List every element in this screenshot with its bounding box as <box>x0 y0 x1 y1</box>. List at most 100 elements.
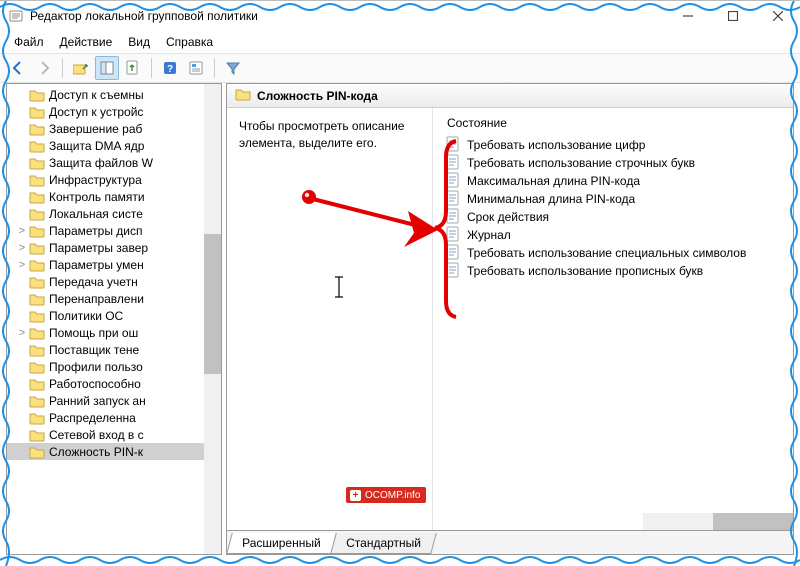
policy-item-label: Максимальная длина PIN-кода <box>467 174 640 188</box>
tree-item-label: Параметры дисп <box>49 224 143 238</box>
tree-item[interactable]: Работоспособно <box>7 375 221 392</box>
policy-item-label: Требовать использование специальных симв… <box>467 246 746 260</box>
policy-list-column: Состояние Требовать использование цифр Тр… <box>433 108 793 530</box>
policy-item[interactable]: Максимальная длина PIN-кода <box>445 172 785 190</box>
tree-item[interactable]: Профили пользо <box>7 358 221 375</box>
details-title: Сложность PIN-кода <box>257 89 378 103</box>
menu-bar: Файл Действие Вид Справка <box>0 31 800 53</box>
tree-item[interactable]: Доступ к съемны <box>7 86 221 103</box>
filter-button[interactable] <box>221 56 245 80</box>
tree-item[interactable]: Перенаправлени <box>7 290 221 307</box>
plus-icon: + <box>350 490 361 501</box>
menu-help[interactable]: Справка <box>158 33 221 51</box>
tree-item[interactable]: >Параметры завер <box>7 239 221 256</box>
expander-icon[interactable]: > <box>15 242 29 254</box>
tree-item[interactable]: >Помощь при ош <box>7 324 221 341</box>
tree-item-label: Распределенна <box>49 411 136 425</box>
folder-icon <box>29 377 45 391</box>
details-header: Сложность PIN-кода <box>227 84 793 108</box>
properties-button[interactable] <box>184 56 208 80</box>
maximize-button[interactable] <box>710 1 755 31</box>
tree-scrollbar[interactable] <box>204 84 221 554</box>
tree-pane[interactable]: Доступ к съемныДоступ к устройсЗавершени… <box>6 83 222 555</box>
tree-item[interactable]: Ранний запуск ан <box>7 392 221 409</box>
policy-item[interactable]: Требовать использование специальных симв… <box>445 244 785 262</box>
policy-item-label: Требовать использование строчных букв <box>467 156 695 170</box>
folder-icon <box>29 292 45 306</box>
tree-item-label: Локальная систе <box>49 207 143 221</box>
scroll-thumb[interactable] <box>713 513 793 530</box>
tab-standard[interactable]: Стандартный <box>330 533 437 554</box>
tree-item[interactable]: Распределенна <box>7 409 221 426</box>
watermark-text: OCOMP.info <box>365 490 420 501</box>
menu-action[interactable]: Действие <box>52 33 121 51</box>
view-tabs: Расширенный Стандартный <box>227 530 793 554</box>
export-button[interactable] <box>121 56 145 80</box>
tree-item[interactable]: Инфраструктура <box>7 171 221 188</box>
tree-item[interactable]: Контроль памяти <box>7 188 221 205</box>
close-button[interactable] <box>755 1 800 31</box>
tree-item-label: Профили пользо <box>49 360 143 374</box>
policy-icon <box>445 244 461 263</box>
policy-item-label: Требовать использование прописных букв <box>467 264 703 278</box>
tree-item-label: Доступ к съемны <box>49 88 144 102</box>
help-button[interactable]: ? <box>158 56 182 80</box>
tree-item-label: Параметры умен <box>49 258 144 272</box>
expander-icon[interactable]: > <box>15 225 29 237</box>
tree-item[interactable]: Локальная систе <box>7 205 221 222</box>
tree-item-label: Инфраструктура <box>49 173 142 187</box>
policy-item[interactable]: Требовать использование прописных букв <box>445 262 785 280</box>
tab-extended[interactable]: Расширенный <box>226 533 336 554</box>
folder-icon <box>29 428 45 442</box>
tree-item[interactable]: Сложность PIN-к <box>7 443 221 460</box>
tree-item-label: Работоспособно <box>49 377 141 391</box>
folder-icon <box>29 309 45 323</box>
forward-button[interactable] <box>32 56 56 80</box>
horizontal-scrollbar[interactable] <box>643 513 793 530</box>
tree-item[interactable]: Поставщик тене <box>7 341 221 358</box>
policy-item[interactable]: Требовать использование цифр <box>445 136 785 154</box>
folder-icon <box>29 394 45 408</box>
column-header-state[interactable]: Состояние <box>445 114 785 136</box>
tree-item[interactable]: Передача учетн <box>7 273 221 290</box>
expander-icon[interactable]: > <box>15 327 29 339</box>
folder-icon <box>29 190 45 204</box>
folder-icon <box>29 275 45 289</box>
tree-item[interactable]: Сетевой вход в с <box>7 426 221 443</box>
tree-item-label: Защита DMA ядр <box>49 139 144 153</box>
tree-item[interactable]: Завершение раб <box>7 120 221 137</box>
tree-item[interactable]: Политики ОС <box>7 307 221 324</box>
policy-item[interactable]: Журнал <box>445 226 785 244</box>
policy-icon <box>445 172 461 191</box>
folder-icon <box>29 326 45 340</box>
title-bar: Редактор локальной групповой политики <box>0 1 800 31</box>
tree-item[interactable]: Защита DMA ядр <box>7 137 221 154</box>
back-button[interactable] <box>6 56 30 80</box>
tree-item[interactable]: > Параметры умен <box>7 256 221 273</box>
tree-item[interactable]: Защита файлов W <box>7 154 221 171</box>
details-pane: Сложность PIN-кода Чтобы просмотреть опи… <box>226 83 794 555</box>
scroll-thumb[interactable] <box>204 234 221 374</box>
menu-view[interactable]: Вид <box>120 33 158 51</box>
minimize-button[interactable] <box>665 1 710 31</box>
folder-icon <box>29 122 45 136</box>
policy-icon <box>445 136 461 155</box>
menu-file[interactable]: Файл <box>6 33 52 51</box>
folder-icon <box>29 411 45 425</box>
tree-item[interactable]: Доступ к устройс <box>7 103 221 120</box>
policy-item[interactable]: Требовать использование строчных букв <box>445 154 785 172</box>
folder-icon <box>29 88 45 102</box>
app-icon <box>8 8 24 24</box>
policy-item[interactable]: Срок действия <box>445 208 785 226</box>
folder-icon <box>29 105 45 119</box>
folder-icon <box>29 343 45 357</box>
expander-icon[interactable]: > <box>15 259 29 271</box>
policy-item[interactable]: Минимальная длина PIN-кода <box>445 190 785 208</box>
show-tree-button[interactable] <box>95 56 119 80</box>
policy-icon <box>445 208 461 227</box>
folder-icon <box>29 241 45 255</box>
folder-icon <box>29 445 45 459</box>
up-button[interactable] <box>69 56 93 80</box>
tree-item[interactable]: > Параметры дисп <box>7 222 221 239</box>
tree-item-label: Сетевой вход в с <box>49 428 144 442</box>
